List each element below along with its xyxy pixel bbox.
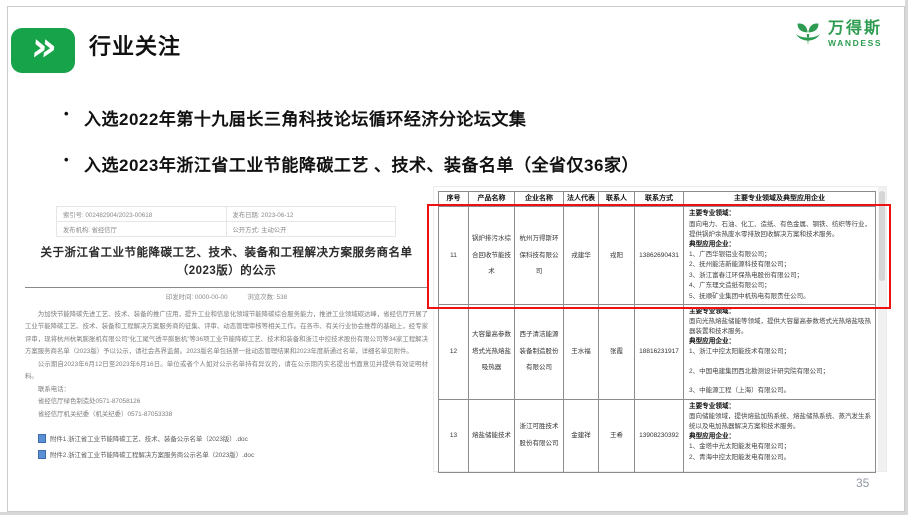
companies-table: 序号 产品名称 企业名称 法人代表 联系人 联系方式 主要专业领域及典型应用企业… (438, 191, 876, 473)
contact-phone-1: 省经信厅绿色制造处0571-87058126 (25, 396, 428, 408)
cell-legal-rep: 戎建华 (564, 207, 599, 305)
domain-text: 面向光热熔盐储能等领域，提供大容量高参数塔式光热熔盐吸热器装置和技术服务。 (689, 317, 871, 337)
view-count: 浏览次数: 538 (247, 294, 287, 301)
cell-no: 11 (439, 207, 469, 305)
attachment-link-2[interactable]: 附件2.浙江省工业节能降碳工程解决方案服务商公示名单（2023版）.doc (38, 450, 428, 459)
col-legal-rep: 法人代表 (564, 192, 599, 207)
cell-domain-detail: 主要专业领域： 面向光热熔盐储能等领域，提供大容量高参数塔式光热熔盐吸热器装置和… (684, 304, 876, 399)
divider (25, 287, 428, 288)
paragraph: 为加快节能降碳先进工艺、技术、装备的推广应用，提升工业和信息化领域节能降碳综合服… (25, 309, 428, 359)
app-item: 5、抚顺矿业集团中机热电有限责任公司。 (689, 292, 871, 302)
apps-list: 1、金塔中光太阳能发电有限公司； 2、青海中控太阳能发电有限公司。 (689, 442, 871, 463)
cell-product: 大容量高参数塔式光热熔盐吸热器 (469, 304, 515, 399)
page-title: 行业关注 (89, 29, 181, 61)
double-chevron-icon: » (11, 28, 75, 73)
meta-pub-org: 发布机构: 省经信厅 (57, 222, 227, 237)
domain-text: 面向储能领域，提供熔盐加热系统、熔盐储热系统、蒸汽发生系统以及电加热器解决方案和… (689, 412, 871, 432)
print-time: 印发时间: 0000-00-00 (166, 294, 228, 301)
app-item: 2、中国电建集团西北勘测设计研究院有限公司； (689, 367, 871, 377)
page-number: 35 (856, 476, 869, 490)
col-company: 企业名称 (515, 192, 564, 207)
col-phone: 联系方式 (635, 192, 684, 207)
attachment-link-1[interactable]: 附件1.浙江省工业节能降碳工艺、技术、装备公示名单（2023版）.doc (38, 434, 428, 443)
app-item: 4、广东理文造纸有限公司； (689, 281, 871, 291)
app-item: 2、抚州能洁新能源科技有限公司； (689, 260, 871, 270)
meta-index-no: 索引号: 002482904/2023-00618 (57, 207, 227, 222)
table-header-row: 序号 产品名称 企业名称 法人代表 联系人 联系方式 主要专业领域及典型应用企业 (439, 192, 876, 207)
scrollbar-thumb[interactable] (879, 191, 885, 281)
cell-contact: 张霞 (599, 304, 635, 399)
leaf-logo-icon (792, 18, 824, 50)
col-no: 序号 (439, 192, 469, 207)
app-item: 3、浙江富春江环保热电股份有限公司； (689, 271, 871, 281)
apps-label: 典型应用企业： (689, 337, 871, 347)
companies-table-panel: 序号 产品名称 企业名称 法人代表 联系人 联系方式 主要专业领域及典型应用企业… (433, 186, 887, 472)
brand-logo: 万得斯 WANDESS (792, 18, 882, 50)
doc-file-icon (38, 450, 46, 459)
paragraph: 公示期自2023年6月12日至2023年6月16日。单位或者个人如对公示名单持有… (25, 359, 428, 384)
contact-phone-2: 省经信厅机关纪委（机关纪委）0571-87053338 (25, 409, 428, 421)
cell-contact: 王希 (599, 399, 635, 472)
table-row: 12 大容量高参数塔式光热熔盐吸热器 西子清洁能源装备制造股份有限公司 王水福 … (439, 304, 876, 399)
cell-company: 浙江可胜技术股份有限公司 (515, 399, 564, 472)
domain-label: 主要专业领域： (689, 307, 871, 317)
table-row: 13 熔盐储能技术 浙江可胜技术股份有限公司 金建祥 王希 1390823039… (439, 399, 876, 472)
document-meta-table: 索引号: 002482904/2023-00618 发布日期: 2023-06-… (56, 206, 396, 237)
app-item: 1、金塔中光太阳能发电有限公司； (689, 442, 871, 452)
col-contact: 联系人 (599, 192, 635, 207)
meta-pub-date: 发布日期: 2023-06-12 (226, 207, 396, 222)
highlight-bullets: 入选2022年第十九届长三角科技论坛循环经济分论坛文集 入选2023年浙江省工业… (60, 105, 850, 197)
domain-text: 面向电力、石油、化工、造纸、有色金属、钢铁、纺织等行业，提供锅炉余热废水零排放回… (689, 220, 871, 240)
app-item: 2、青海中控太阳能发电有限公司。 (689, 453, 871, 463)
attachment-label: 附件2.浙江省工业节能降碳工程解决方案服务商公示名单（2023版）.doc (50, 450, 254, 459)
slide-canvas: » 行业关注 万得斯 WANDESS 入选2022年第十九届长三角科技论坛循环经… (0, 0, 905, 512)
logo-name: 万得斯 (828, 20, 882, 38)
announcement-document: 索引号: 002482904/2023-00618 发布日期: 2023-06-… (25, 197, 428, 466)
cell-company: 杭州万得斯环保科技有限公司 (515, 207, 564, 305)
cell-phone: 18816231917 (635, 304, 684, 399)
apps-label: 典型应用企业： (689, 432, 871, 442)
cell-legal-rep: 金建祥 (564, 399, 599, 472)
cell-domain-detail: 主要专业领域： 面向电力、石油、化工、造纸、有色金属、钢铁、纺织等行业，提供锅炉… (684, 207, 876, 305)
document-stats: 印发时间: 0000-00-00 浏览次数: 538 (25, 292, 428, 301)
table-row: 11 锅炉排污水综合回收节能技术 杭州万得斯环保科技有限公司 戎建华 戎阳 13… (439, 207, 876, 305)
logo-subtitle: WANDESS (828, 38, 882, 48)
document-body: 为加快节能降碳先进工艺、技术、装备的推广应用，提升工业和信息化领域节能降碳综合服… (25, 309, 428, 421)
document-title: 关于浙江省工业节能降碳工艺、技术、装备和工程解决方案服务商名单（2023版）的公… (27, 245, 426, 281)
cell-contact: 戎阳 (599, 207, 635, 305)
cell-phone: 13908230392 (635, 399, 684, 472)
app-item: 3、中能源工程（上海）有限公司。 (689, 386, 871, 396)
apps-list: 1、广西华银铝业有限公司； 2、抚州能洁新能源科技有限公司； 3、浙江富春江环保… (689, 250, 871, 302)
apps-list: 1、浙江中控太阳能技术有限公司； 2、中国电建集团西北勘测设计研究院有限公司； … (689, 347, 871, 396)
chevron-glyph: » (29, 27, 57, 67)
domain-label: 主要专业领域： (689, 209, 871, 219)
app-item: 1、广西华银铝业有限公司； (689, 250, 871, 260)
cell-domain-detail: 主要专业领域： 面向储能领域，提供熔盐加热系统、熔盐储热系统、蒸汽发生系统以及电… (684, 399, 876, 472)
bullet-item: 入选2022年第十九届长三角科技论坛循环经济分论坛文集 (60, 105, 850, 130)
domain-label: 主要专业领域： (689, 402, 871, 412)
cell-phone: 13862690431 (635, 207, 684, 305)
attachment-label: 附件1.浙江省工业节能降碳工艺、技术、装备公示名单（2023版）.doc (50, 434, 248, 443)
cell-product: 锅炉排污水综合回收节能技术 (469, 207, 515, 305)
cell-no: 12 (439, 304, 469, 399)
contact-label: 联系电话： (25, 384, 428, 396)
apps-label: 典型应用企业： (689, 240, 871, 250)
doc-file-icon (38, 434, 46, 443)
app-item: 1、浙江中控太阳能技术有限公司； (689, 347, 871, 357)
cell-no: 13 (439, 399, 469, 472)
cell-product: 熔盐储能技术 (469, 399, 515, 472)
cell-legal-rep: 王水福 (564, 304, 599, 399)
col-domain: 主要专业领域及典型应用企业 (684, 192, 876, 207)
scrollbar[interactable] (878, 187, 886, 471)
col-product: 产品名称 (469, 192, 515, 207)
meta-open-mode: 公开方式: 主动公开 (226, 222, 396, 237)
bullet-item: 入选2023年浙江省工业节能降碳工艺 、技术、装备名单（全省仅36家） (60, 151, 850, 176)
attachment-list: 附件1.浙江省工业节能降碳工艺、技术、装备公示名单（2023版）.doc 附件2… (25, 434, 428, 459)
cell-company: 西子清洁能源装备制造股份有限公司 (515, 304, 564, 399)
